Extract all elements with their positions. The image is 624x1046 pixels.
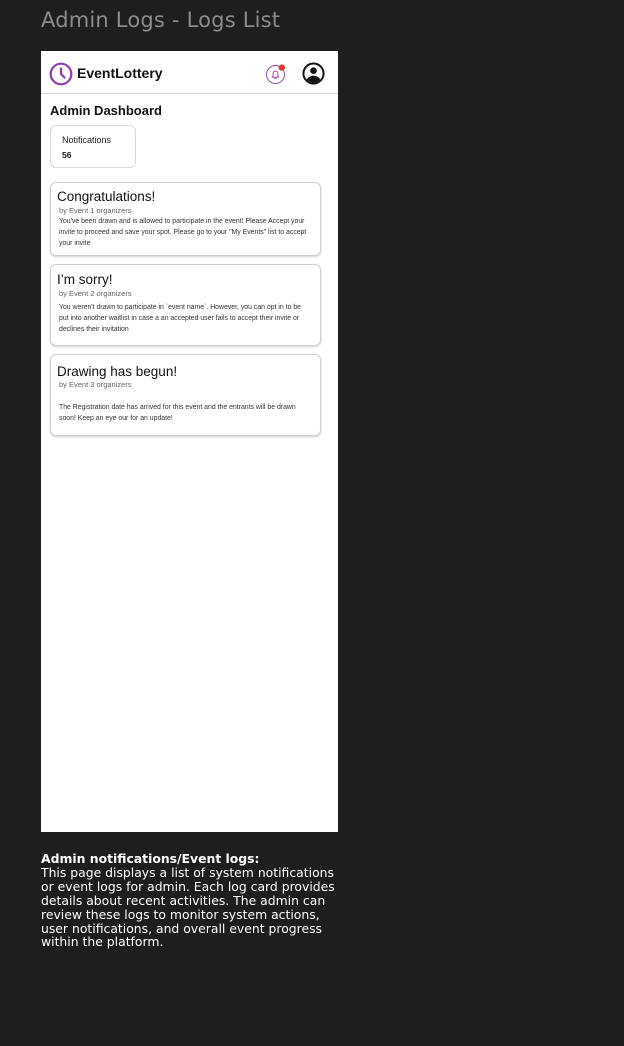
log-title: I’m sorry! — [57, 272, 113, 287]
clock-icon — [49, 62, 73, 86]
notifications-stat-card[interactable]: Notifications 56 — [50, 125, 136, 168]
description-heading: Admin notifications/Event logs: — [41, 851, 260, 866]
page-title: Admin Dashboard — [50, 103, 162, 118]
phone-screen: EventLottery Admin Dashboard Notificatio… — [41, 51, 338, 832]
log-card[interactable]: I’m sorry! by Event 2 organizers You wer… — [50, 264, 321, 346]
log-body: You've been drawn and is allowed to part… — [59, 218, 307, 247]
log-organizer: by Event 2 organizers — [59, 289, 132, 298]
log-title: Congratulations! — [57, 189, 156, 204]
app-bar: EventLottery — [41, 51, 338, 94]
log-body: You weren't drawn to participate in `eve… — [59, 304, 301, 333]
description-text: This page displays a list of system noti… — [41, 864, 335, 950]
frame-title: Admin Logs - Logs List — [41, 8, 281, 32]
log-organizer: by Event 3 organizers — [59, 380, 132, 389]
app-name: EventLottery — [77, 65, 163, 81]
log-organizer: by Event 1 organizers — [59, 206, 132, 215]
page-description: Admin notifications/Event logs: This pag… — [41, 852, 341, 949]
log-card[interactable]: Drawing has begun! by Event 3 organizers… — [50, 354, 321, 436]
log-title: Drawing has begun! — [57, 364, 178, 379]
stat-value: 56 — [62, 150, 72, 160]
log-body: The Registration date has arrived for th… — [59, 404, 296, 422]
log-card[interactable]: Congratulations! by Event 1 organizers Y… — [50, 182, 321, 256]
notification-dot — [278, 64, 285, 71]
account-circle-icon[interactable] — [301, 61, 326, 86]
stat-label: Notifications — [62, 135, 112, 145]
bell-icon[interactable] — [265, 64, 286, 85]
